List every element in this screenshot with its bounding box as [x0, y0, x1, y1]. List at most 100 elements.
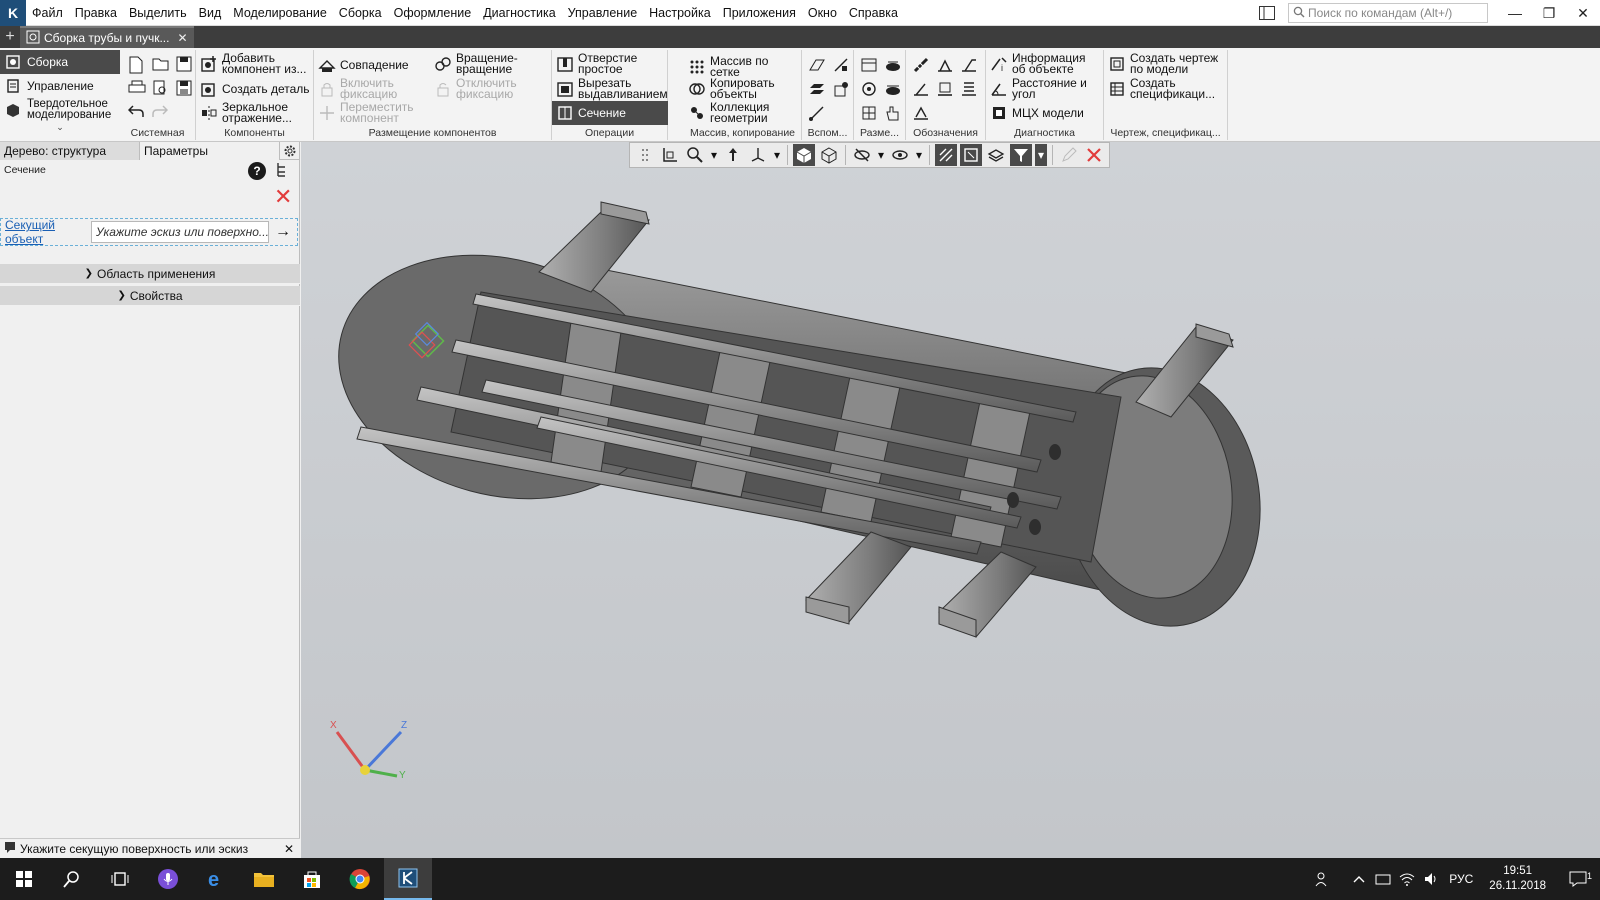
expand-modes-icon[interactable]: ⌄ [0, 122, 120, 133]
distance-angle-button[interactable]: Расстояние и угол [990, 77, 1102, 100]
clock[interactable]: 19:51 26.11.2018 [1479, 864, 1556, 894]
menu-diagnostics[interactable]: Диагностика [477, 0, 561, 26]
keyboard-layout-icon[interactable] [1371, 872, 1395, 886]
create-spec-button[interactable]: Создать спецификаци... [1108, 77, 1226, 100]
menu-file[interactable]: Файл [26, 0, 69, 26]
heat-exchanger-model[interactable] [301, 142, 1600, 858]
menu-formatting[interactable]: Оформление [388, 0, 478, 26]
help-icon[interactable]: ? [248, 162, 266, 180]
mode-solid-modeling[interactable]: Твердотельное моделирование [0, 98, 120, 122]
language-indicator[interactable]: РУС [1443, 872, 1479, 886]
wifi-icon[interactable] [1395, 872, 1419, 886]
menu-apps[interactable]: Приложения [717, 0, 802, 26]
tab-parameters[interactable]: Параметры [140, 142, 280, 160]
close-tab-icon[interactable]: ✕ [177, 31, 187, 45]
notation-leader-icon[interactable] [960, 56, 978, 74]
create-part-button[interactable]: Создать деталь [200, 80, 310, 98]
section-button[interactable]: Сечение [552, 101, 668, 125]
notation-thread-icon[interactable] [912, 56, 930, 74]
notation-roughness-icon[interactable] [936, 56, 954, 74]
hole-simple-button[interactable]: Отверстие простое [556, 52, 666, 75]
menu-management[interactable]: Управление [562, 0, 644, 26]
edge-browser-icon[interactable]: e [192, 858, 240, 900]
menu-settings[interactable]: Настройка [643, 0, 717, 26]
cut-object-input[interactable]: Укажите эскиз или поверхно... [91, 221, 269, 243]
command-search-input[interactable]: Поиск по командам (Alt+/) [1288, 3, 1488, 23]
open-icon[interactable] [152, 56, 170, 72]
aux-axis-icon[interactable] [832, 56, 850, 74]
menu-view[interactable]: Вид [193, 0, 228, 26]
group-aux-label: Вспом... [807, 127, 848, 139]
menu-modeling[interactable]: Моделирование [227, 0, 333, 26]
chrome-icon[interactable] [336, 858, 384, 900]
mass-properties-button[interactable]: МЦХ модели [990, 104, 1084, 122]
close-status-icon[interactable]: ✕ [284, 842, 294, 856]
kompas-taskbar-icon[interactable] [384, 858, 432, 900]
aux-plane-icon[interactable] [808, 56, 826, 74]
save-all-icon[interactable] [176, 80, 192, 96]
grid-array-button[interactable]: Массив по сетке [688, 55, 801, 78]
notation-base-icon[interactable] [936, 80, 954, 98]
add-component-button[interactable]: Добавить компонент из... [200, 52, 312, 75]
menu-edit[interactable]: Правка [69, 0, 123, 26]
aux-line-icon[interactable] [808, 104, 826, 122]
dim-angle-icon[interactable] [860, 80, 878, 98]
preview-icon[interactable] [152, 80, 168, 96]
task-view-icon[interactable] [96, 858, 144, 900]
copy-objects-button[interactable]: Копировать объекты [688, 77, 800, 100]
aux-point-icon[interactable] [832, 80, 850, 98]
print-icon[interactable] [128, 80, 146, 96]
redo-icon[interactable] [152, 104, 168, 118]
cut-object-link[interactable]: Секущий объект [1, 218, 91, 246]
notifications-icon[interactable]: 1 [1556, 871, 1600, 887]
cut-extrude-button[interactable]: Вырезать выдавливанием [556, 77, 668, 100]
cancel-operation-icon[interactable]: ✕ [274, 186, 292, 208]
dim-diameter-icon[interactable] [884, 80, 902, 98]
create-drawing-button[interactable]: Создать чертеж по модели [1108, 52, 1226, 75]
taskbar-search-icon[interactable] [48, 858, 96, 900]
new-tab-icon[interactable]: + [0, 26, 20, 48]
windows-start-icon[interactable] [0, 858, 48, 900]
people-icon[interactable] [1311, 871, 1335, 887]
store-icon[interactable] [288, 858, 336, 900]
dim-linear-icon[interactable] [860, 56, 878, 74]
object-info-button[interactable]: i Информация об объекте [990, 52, 1102, 75]
menu-assembly[interactable]: Сборка [333, 0, 388, 26]
geometry-collection-button[interactable]: Коллекция геометрии [688, 101, 800, 124]
3d-viewport[interactable]: ▾ ▾ ▾ ▾ ▾ X Z Y [301, 142, 1600, 858]
notation-mark-icon[interactable] [912, 104, 930, 122]
document-tab[interactable]: Сборка трубы и пучк... ✕ [20, 26, 194, 48]
menu-help[interactable]: Справка [843, 0, 904, 26]
cortana-mic-icon[interactable] [144, 858, 192, 900]
dim-radial-icon[interactable] [884, 56, 902, 74]
menu-window[interactable]: Окно [802, 0, 843, 26]
mirror-button[interactable]: Зеркальное отражение... [200, 101, 310, 124]
arrow-right-icon[interactable]: → [275, 223, 291, 241]
new-doc-icon[interactable] [128, 56, 144, 74]
chevron-up-icon[interactable] [1347, 875, 1371, 883]
restore-icon[interactable]: ❐ [1532, 0, 1566, 26]
volume-icon[interactable] [1419, 872, 1443, 886]
notation-weld-icon[interactable] [912, 80, 930, 98]
gear-icon[interactable] [281, 142, 299, 159]
notation-tolerance-icon[interactable] [960, 80, 978, 98]
accordion-properties[interactable]: ❯ Свойства [0, 286, 300, 306]
accordion-scope[interactable]: ❯ Область применения [0, 264, 300, 284]
undo-icon[interactable] [128, 104, 144, 118]
dim-auto-icon[interactable] [860, 104, 878, 122]
save-icon[interactable] [176, 56, 192, 72]
tree-view-icon[interactable] [276, 162, 290, 181]
mode-assembly[interactable]: Сборка [0, 50, 120, 74]
menu-select[interactable]: Выделить [123, 0, 193, 26]
dim-hand-icon[interactable] [884, 104, 902, 122]
tab-tree-structure[interactable]: Дерево: структура [0, 142, 140, 160]
kompas-logo-icon[interactable]: K [0, 0, 26, 26]
minimize-icon[interactable]: — [1498, 0, 1532, 26]
mode-management[interactable]: Управление [0, 74, 120, 98]
aux-offset-icon[interactable] [808, 80, 826, 98]
close-window-icon[interactable]: ✕ [1566, 0, 1600, 26]
coincidence-button[interactable]: Совпадение [318, 56, 409, 74]
rotation-button[interactable]: Вращение-вращение [434, 52, 546, 75]
file-explorer-icon[interactable] [240, 858, 288, 900]
panel-layout-icon[interactable] [1254, 0, 1280, 26]
